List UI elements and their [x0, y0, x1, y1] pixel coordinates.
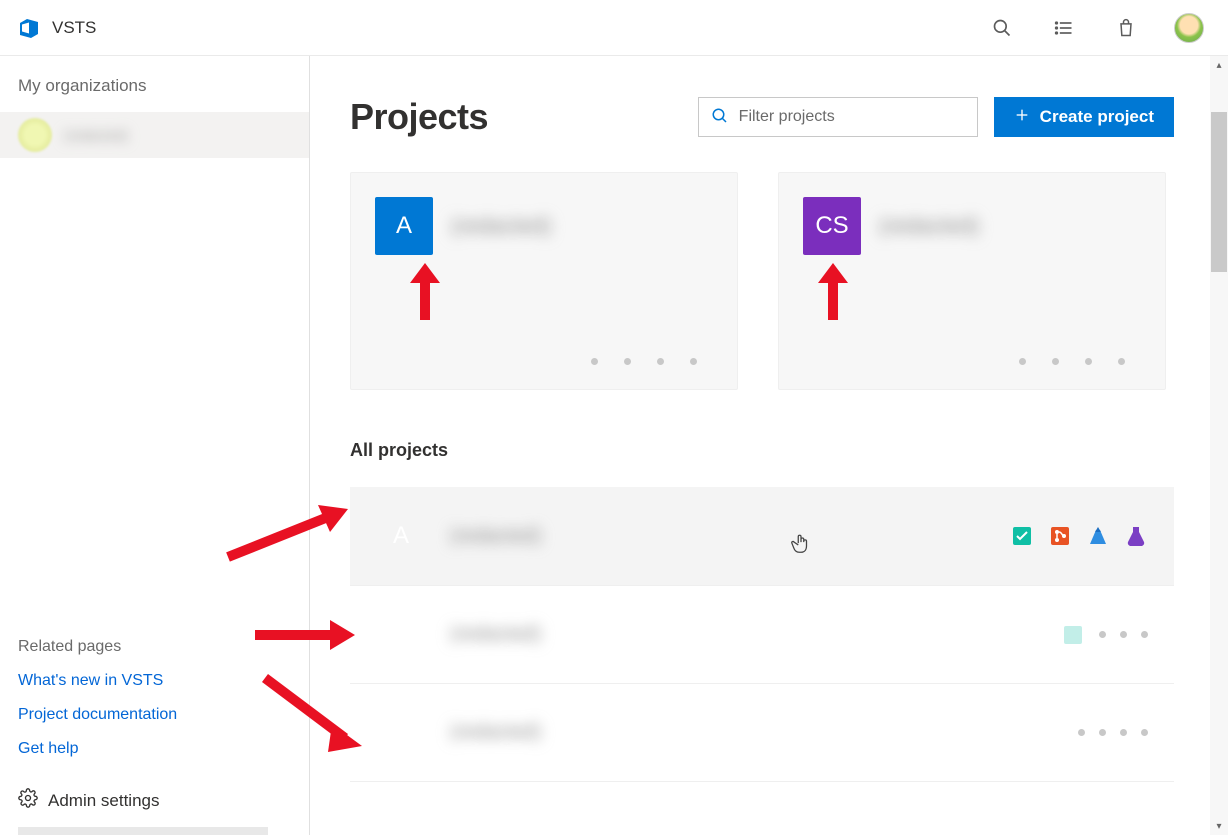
- card-indicator-dots: [591, 358, 697, 365]
- org-avatar-icon: [18, 118, 52, 152]
- project-row[interactable]: B (redacted): [350, 683, 1174, 781]
- link-project-docs[interactable]: Project documentation: [18, 706, 309, 724]
- project-tile: CS: [803, 197, 861, 255]
- service-dot: [1141, 631, 1148, 638]
- project-name: (redacted): [450, 721, 541, 744]
- boards-icon[interactable]: [1010, 524, 1034, 548]
- create-project-label: Create project: [1040, 107, 1154, 127]
- related-pages-heading: Related pages: [18, 638, 309, 656]
- service-dot: [1141, 729, 1148, 736]
- create-project-button[interactable]: Create project: [994, 97, 1174, 137]
- search-icon: [711, 107, 729, 128]
- service-dot: [1078, 729, 1085, 736]
- status-strip: [18, 827, 268, 835]
- page-title: Projects: [350, 96, 488, 138]
- service-dot: [1099, 631, 1106, 638]
- plus-icon: [1014, 107, 1030, 128]
- vsts-logo-icon[interactable]: [16, 15, 42, 41]
- search-icon[interactable]: [988, 14, 1016, 42]
- project-name: (redacted): [879, 213, 979, 239]
- brand-label: VSTS: [52, 18, 96, 38]
- admin-settings-label: Admin settings: [48, 791, 160, 811]
- pipelines-icon[interactable]: [1086, 524, 1110, 548]
- link-whats-new[interactable]: What's new in VSTS: [18, 672, 309, 690]
- all-projects-list: A (redacted) A (redacted): [350, 487, 1174, 821]
- main: ▴ ▾ Projects: [310, 56, 1228, 835]
- filter-projects-box[interactable]: [698, 97, 978, 137]
- service-dot: [1099, 729, 1106, 736]
- project-row[interactable]: [350, 781, 1174, 821]
- featured-projects-row: A (redacted) CS (redacted): [350, 172, 1174, 390]
- test-plans-icon[interactable]: [1124, 524, 1148, 548]
- project-tile: B: [372, 704, 430, 762]
- all-projects-heading: All projects: [350, 440, 1174, 461]
- project-row[interactable]: A (redacted): [350, 487, 1174, 585]
- user-avatar[interactable]: [1174, 13, 1204, 43]
- project-row[interactable]: A (redacted): [350, 585, 1174, 683]
- org-name: (redacted): [64, 127, 128, 143]
- featured-project-card[interactable]: A (redacted): [350, 172, 738, 390]
- project-tile: A: [375, 197, 433, 255]
- admin-settings[interactable]: Admin settings: [18, 774, 309, 827]
- sidebar: My organizations (redacted) Related page…: [0, 56, 310, 835]
- service-dot: [1120, 631, 1127, 638]
- org-row[interactable]: (redacted): [0, 112, 309, 158]
- project-name: (redacted): [450, 525, 541, 548]
- scroll-down-icon[interactable]: ▾: [1210, 817, 1228, 835]
- service-dot: [1120, 729, 1127, 736]
- project-name: (redacted): [450, 623, 541, 646]
- gear-icon: [18, 788, 38, 813]
- project-tile: A: [372, 507, 430, 565]
- project-tile: A: [372, 606, 430, 664]
- project-name: (redacted): [451, 213, 551, 239]
- filter-projects-input[interactable]: [739, 108, 965, 126]
- scrollbar-track[interactable]: ▴ ▾: [1210, 56, 1228, 835]
- scroll-up-icon[interactable]: ▴: [1210, 56, 1228, 74]
- shopping-bag-icon[interactable]: [1112, 14, 1140, 42]
- list-icon[interactable]: [1050, 14, 1078, 42]
- project-tile: [372, 782, 430, 802]
- sidebar-heading: My organizations: [18, 76, 309, 112]
- scrollbar-thumb[interactable]: [1211, 112, 1227, 272]
- featured-project-card[interactable]: CS (redacted): [778, 172, 1166, 390]
- topbar: VSTS: [0, 0, 1228, 56]
- repos-icon[interactable]: [1048, 524, 1072, 548]
- link-get-help[interactable]: Get help: [18, 740, 309, 758]
- card-indicator-dots: [1019, 358, 1125, 365]
- boards-icon[interactable]: [1061, 623, 1085, 647]
